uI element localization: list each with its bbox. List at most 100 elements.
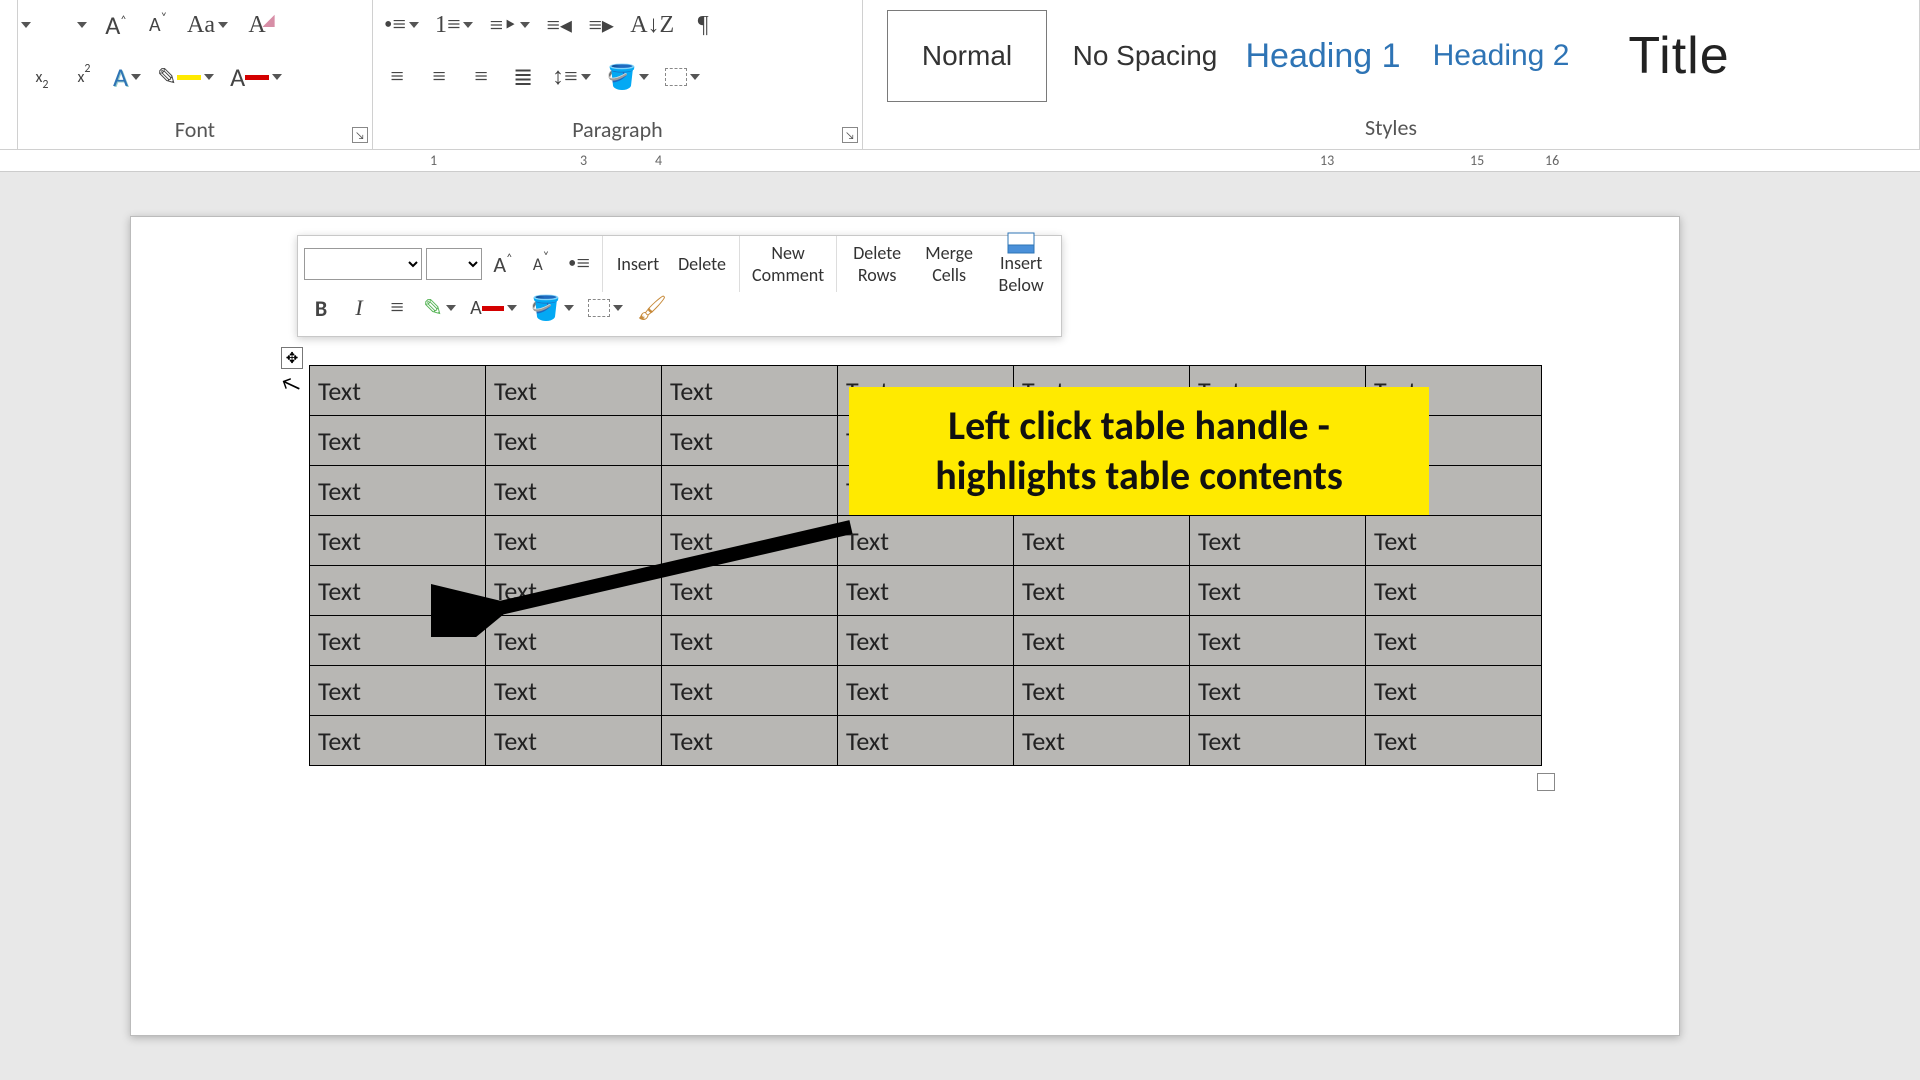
mini-format-painter-button[interactable]: 🖌 bbox=[632, 291, 672, 325]
table-cell[interactable]: Text bbox=[486, 666, 662, 716]
line-spacing-button[interactable]: ↕≡ bbox=[547, 58, 596, 96]
align-center-button[interactable]: ≡ bbox=[421, 58, 457, 96]
horizontal-ruler[interactable]: 1 3 4 13 15 16 bbox=[0, 150, 1920, 172]
sort-button[interactable]: A↓Z bbox=[625, 6, 679, 44]
table-cell[interactable]: Text bbox=[1366, 516, 1542, 566]
table-resize-handle[interactable] bbox=[1537, 773, 1555, 791]
table-cell[interactable]: Text bbox=[310, 366, 486, 416]
subscript-button[interactable]: x2 bbox=[24, 58, 60, 96]
cell-text: Text bbox=[670, 425, 719, 457]
text-effects-button[interactable]: A bbox=[108, 58, 146, 96]
cell-text: Text bbox=[1198, 625, 1247, 657]
table-cell[interactable]: Text bbox=[838, 716, 1014, 766]
mini-borders-button[interactable] bbox=[583, 291, 628, 325]
table-cell[interactable]: Text bbox=[1014, 516, 1190, 566]
paragraph-dialog-launcher[interactable]: ↘ bbox=[842, 127, 858, 143]
bullets-button[interactable]: •≡ bbox=[379, 6, 424, 44]
borders-button[interactable] bbox=[660, 58, 705, 96]
mini-highlight-button[interactable]: ✎ bbox=[418, 291, 461, 325]
mini-align-button[interactable]: ≡ bbox=[380, 291, 414, 325]
table-cell[interactable]: Text bbox=[310, 466, 486, 516]
font-name-dropdown[interactable] bbox=[24, 6, 92, 44]
align-right-button[interactable]: ≡ bbox=[463, 58, 499, 96]
multilevel-list-button[interactable]: ≡‣ bbox=[484, 6, 535, 44]
table-row[interactable]: TextTextTextTextTextTextText bbox=[310, 666, 1542, 716]
mini-insert-button[interactable]: Insert bbox=[609, 247, 667, 281]
table-cell[interactable]: Text bbox=[1366, 616, 1542, 666]
change-case-button[interactable]: Aa bbox=[182, 6, 233, 44]
ribbon: A˄ A˅ Aa A◢ x2 x2 A ✎ A Font ↘ •≡ 1≡ ≡‣ … bbox=[0, 0, 1920, 150]
font-dialog-launcher[interactable]: ↘ bbox=[352, 127, 368, 143]
increase-indent-button[interactable]: ≡▸ bbox=[583, 6, 619, 44]
mini-italic-button[interactable]: I bbox=[342, 291, 376, 325]
mini-font-color-button[interactable]: A bbox=[465, 291, 522, 325]
mini-grow-font-button[interactable]: A˄ bbox=[486, 247, 520, 281]
table-cell[interactable]: Text bbox=[662, 716, 838, 766]
cell-text: Text bbox=[1198, 675, 1247, 707]
label: Comment bbox=[752, 264, 824, 286]
justify-button[interactable]: ≣ bbox=[505, 58, 541, 96]
shading-button[interactable]: 🪣 bbox=[602, 58, 655, 96]
decrease-indent-button[interactable]: ≡◂ bbox=[541, 6, 577, 44]
table-cell[interactable]: Text bbox=[838, 616, 1014, 666]
table-cell[interactable]: Text bbox=[1366, 566, 1542, 616]
align-left-button[interactable]: ≡ bbox=[379, 58, 415, 96]
highlight-color-button[interactable]: ✎ bbox=[152, 58, 219, 96]
table-cell[interactable]: Text bbox=[662, 416, 838, 466]
table-cell[interactable]: Text bbox=[486, 716, 662, 766]
grow-font-button[interactable]: A˄ bbox=[98, 6, 134, 44]
table-cell[interactable]: Text bbox=[1190, 616, 1366, 666]
show-hide-marks-button[interactable]: ¶ bbox=[685, 6, 721, 44]
mouse-cursor-icon: ↖ bbox=[277, 368, 304, 400]
shrink-font-button[interactable]: A˅ bbox=[140, 6, 176, 44]
table-cell[interactable]: Text bbox=[1190, 566, 1366, 616]
paragraph-group: •≡ 1≡ ≡‣ ≡◂ ≡▸ A↓Z ¶ ≡ ≡ ≡ ≣ ↕≡ 🪣 Paragr… bbox=[373, 0, 863, 149]
mini-delete-button[interactable]: Delete bbox=[671, 247, 733, 281]
table-cell[interactable]: Text bbox=[1014, 566, 1190, 616]
table-cell[interactable]: Text bbox=[838, 516, 1014, 566]
mini-shading-button[interactable]: 🪣 bbox=[526, 291, 579, 325]
table-cell[interactable]: Text bbox=[310, 716, 486, 766]
cell-text: Text bbox=[846, 675, 895, 707]
table-cell[interactable]: Text bbox=[662, 666, 838, 716]
table-cell[interactable]: Text bbox=[1014, 616, 1190, 666]
table-cell[interactable]: Text bbox=[1014, 666, 1190, 716]
table-cell[interactable]: Text bbox=[486, 416, 662, 466]
mini-font-name-input[interactable] bbox=[304, 248, 422, 280]
cell-text: Text bbox=[1022, 625, 1071, 657]
table-cell[interactable]: Text bbox=[838, 666, 1014, 716]
table-cell[interactable]: Text bbox=[310, 666, 486, 716]
table-cell[interactable]: Text bbox=[662, 366, 838, 416]
cell-text: Text bbox=[1198, 575, 1247, 607]
superscript-button[interactable]: x2 bbox=[66, 58, 102, 96]
style-heading-2[interactable]: Heading 2 bbox=[1421, 10, 1581, 102]
clear-formatting-button[interactable]: A◢ bbox=[239, 6, 275, 44]
table-cell[interactable]: Text bbox=[838, 566, 1014, 616]
mini-shrink-font-button[interactable]: A˅ bbox=[524, 247, 558, 281]
table-cell[interactable]: Text bbox=[1190, 716, 1366, 766]
table-cell[interactable]: Text bbox=[1190, 516, 1366, 566]
mini-font-size-input[interactable] bbox=[426, 248, 482, 280]
label: New bbox=[771, 242, 804, 264]
table-cell[interactable]: Text bbox=[1366, 666, 1542, 716]
mini-bullets-button[interactable]: •≡ bbox=[562, 247, 596, 281]
style-heading-1[interactable]: Heading 1 bbox=[1243, 10, 1403, 102]
table-cell[interactable]: Text bbox=[310, 416, 486, 466]
table-cell[interactable]: Text bbox=[486, 366, 662, 416]
cell-text: Text bbox=[318, 725, 367, 757]
font-color-button[interactable]: A bbox=[225, 58, 287, 96]
table-cell[interactable]: Text bbox=[486, 466, 662, 516]
style-normal[interactable]: Normal bbox=[887, 10, 1047, 102]
numbering-button[interactable]: 1≡ bbox=[430, 6, 479, 44]
table-move-handle[interactable]: ✥ bbox=[281, 347, 303, 369]
table-cell[interactable]: Text bbox=[1014, 716, 1190, 766]
mini-bold-button[interactable]: B bbox=[304, 291, 338, 325]
table-row[interactable]: TextTextTextTextTextTextText bbox=[310, 716, 1542, 766]
table-cell[interactable]: Text bbox=[662, 466, 838, 516]
style-no-spacing[interactable]: No Spacing bbox=[1065, 10, 1225, 102]
style-title[interactable]: Title bbox=[1599, 10, 1759, 102]
page[interactable]: Left click table handle - highlights tab… bbox=[130, 216, 1680, 1036]
table-cell[interactable]: Text bbox=[1190, 666, 1366, 716]
table-cell[interactable]: Text bbox=[1366, 716, 1542, 766]
annotation-callout: Left click table handle - highlights tab… bbox=[849, 387, 1429, 515]
